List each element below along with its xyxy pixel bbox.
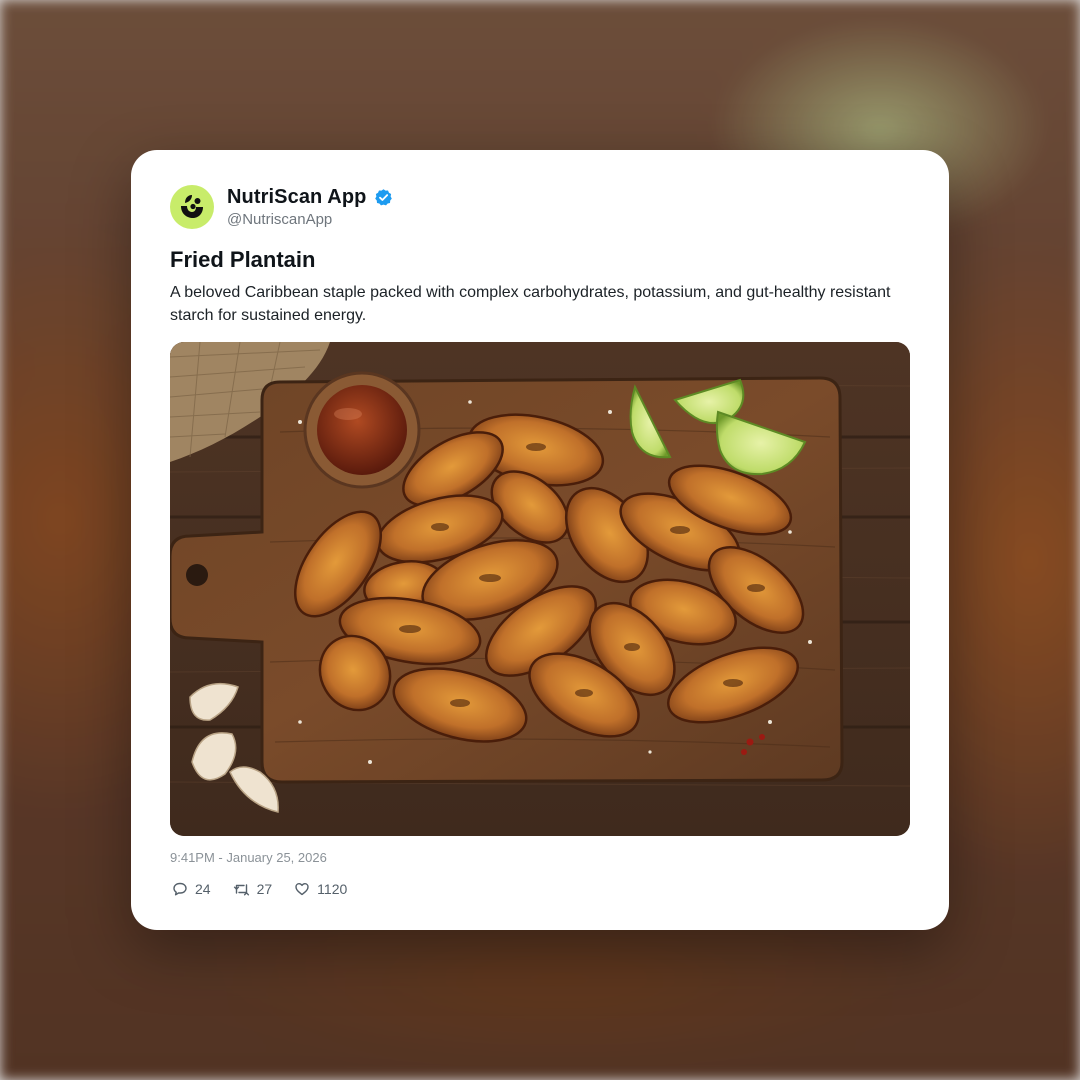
post-image[interactable] — [170, 342, 910, 836]
avatar[interactable] — [170, 185, 214, 229]
account-handle[interactable]: @NutriscanApp — [227, 211, 332, 228]
nutriscan-logo-icon — [181, 195, 203, 218]
account-name[interactable]: NutriScan App — [227, 186, 366, 209]
repost-button[interactable]: 27 — [233, 881, 273, 897]
post-title: Fried Plantain — [170, 247, 316, 272]
repost-count: 27 — [256, 881, 273, 897]
verified-badge-icon — [375, 189, 393, 206]
reply-button[interactable]: 24 — [172, 881, 211, 897]
reply-icon — [173, 882, 187, 896]
fried-plantain-photo — [170, 342, 910, 836]
repost-icon — [233, 884, 249, 896]
heart-icon — [295, 883, 309, 896]
like-count: 1120 — [317, 881, 348, 897]
post-body: A beloved Caribbean staple packed with c… — [170, 284, 891, 324]
post-timestamp: 9:41PM - January 25, 2026 — [170, 850, 327, 865]
reply-count: 24 — [195, 881, 211, 897]
post-card: NutriScan App @NutriscanApp Fried Planta… — [131, 150, 949, 930]
like-button[interactable]: 1120 — [294, 881, 347, 897]
post-actions: 24 27 1120 — [172, 881, 347, 897]
account-name-row: NutriScan App — [227, 186, 393, 209]
